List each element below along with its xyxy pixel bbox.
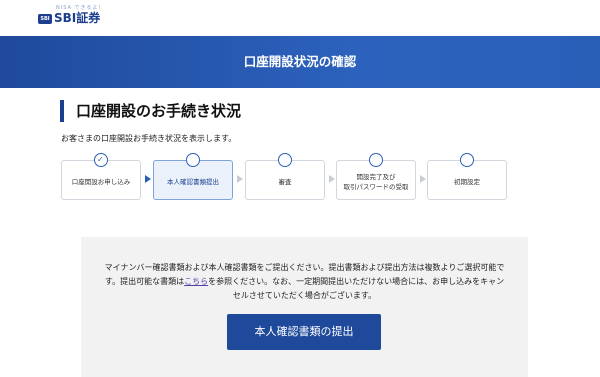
step-arrow-icon: [145, 175, 151, 183]
step-label: 開設完了及び 取引パスワードの受取: [343, 173, 409, 191]
section-title: 口座開設のお手続き状況: [60, 100, 241, 122]
step-account-opened: 開設完了及び 取引パスワードの受取: [336, 150, 416, 202]
document-notice-panel: マイナンバー確認書類および本人確認書類をご提出ください。提出書類および提出方法は…: [81, 237, 528, 377]
notice-text-after: を参照ください。なお、一定期間提出いただけない場合には、お申し込みをキャンセルさ…: [208, 277, 505, 300]
step-status-circle: [278, 153, 292, 167]
top-bar: NISA できるよ! SBI SBI証券: [0, 0, 600, 36]
check-icon: ✓: [97, 155, 104, 164]
step-application: 口座開設お申し込み ✓: [61, 150, 141, 202]
step-label: 口座開設お申し込み: [71, 178, 131, 186]
page-banner: 口座開設状況の確認: [0, 36, 600, 88]
notice-text: マイナンバー確認書類および本人確認書類をご提出ください。提出書類および提出方法は…: [101, 261, 508, 303]
submit-documents-button[interactable]: 本人確認書類の提出: [227, 314, 381, 350]
step-id-documents: 本人確認書類提出: [153, 150, 233, 202]
page-title: 口座開設状況の確認: [243, 54, 357, 69]
logo-mark-icon: SBI: [38, 14, 52, 24]
step-status-circle: [369, 153, 383, 167]
documents-link[interactable]: こちら: [184, 277, 208, 286]
step-status-circle: ✓: [94, 153, 108, 167]
logo-tagline: NISA できるよ!: [56, 5, 102, 11]
step-label: 審査: [278, 178, 292, 186]
logo-text: SBI証券: [54, 11, 101, 25]
step-label: 本人確認書類提出: [167, 178, 219, 186]
step-label: 初期設定: [454, 178, 480, 186]
section-description: お客さまの口座開設お手続き状況を表示します。: [61, 134, 237, 143]
step-arrow-icon: [237, 175, 243, 183]
step-initial-setup: 初期設定: [427, 150, 507, 202]
progress-steps: 口座開設お申し込み ✓ 本人確認書類提出 審査 開設完了及び 取引パスワードの受…: [61, 150, 521, 202]
sbi-logo[interactable]: NISA できるよ! SBI SBI証券: [38, 4, 102, 28]
step-arrow-icon: [329, 175, 335, 183]
step-review: 審査: [245, 150, 325, 202]
step-status-circle: [186, 153, 200, 167]
step-arrow-icon: [420, 175, 426, 183]
step-status-circle: [460, 153, 474, 167]
